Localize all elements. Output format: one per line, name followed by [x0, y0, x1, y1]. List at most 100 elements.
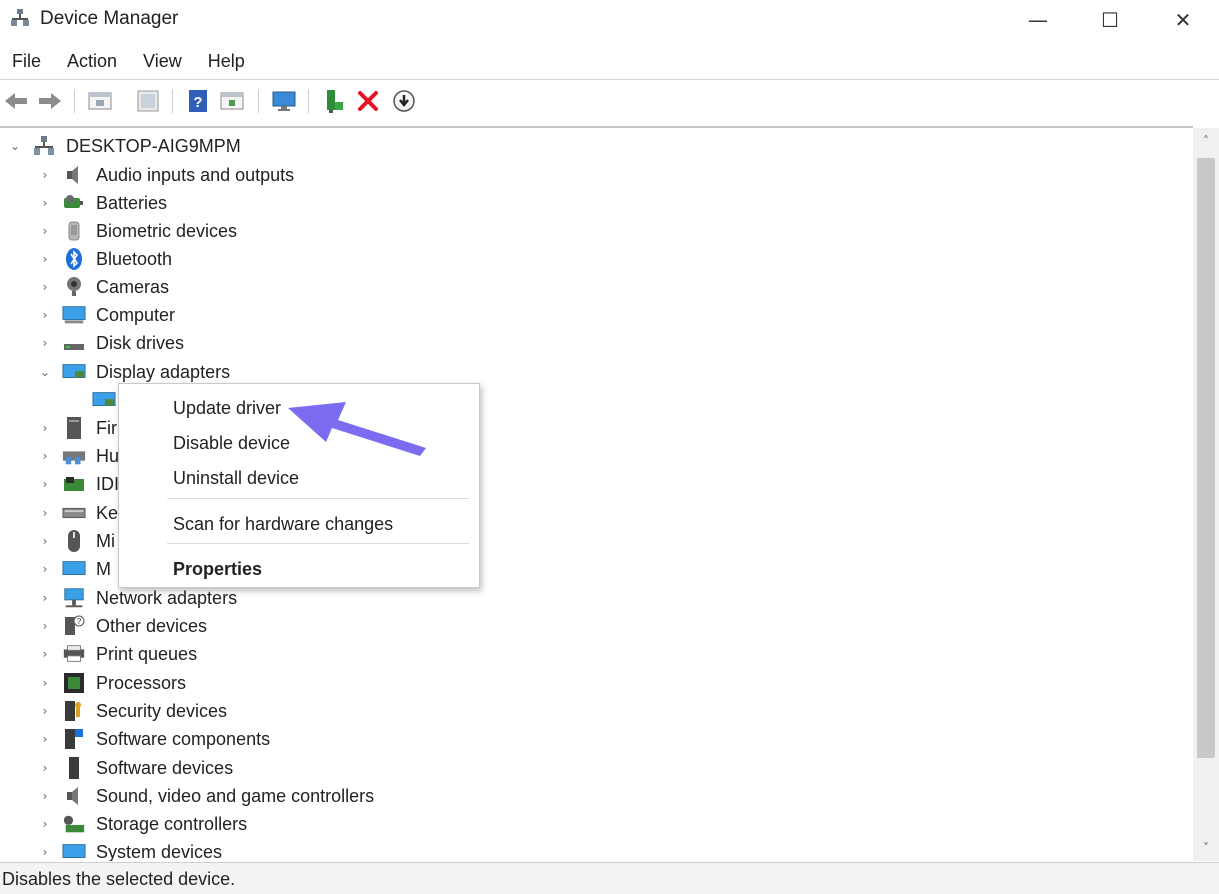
chevron-right-icon[interactable]: ›: [38, 252, 52, 266]
status-text: Disables the selected device.: [2, 869, 236, 889]
maximize-button[interactable]: ☐: [1074, 0, 1146, 40]
chevron-right-icon[interactable]: ›: [38, 168, 52, 182]
chevron-right-icon[interactable]: ›: [38, 845, 52, 859]
tree-item[interactable]: › Sound, video and game controllers: [0, 782, 1190, 810]
tree-item[interactable]: › Storage controllers: [0, 810, 1190, 838]
scroll-up-icon[interactable]: ˄: [1193, 128, 1219, 154]
tree-item[interactable]: › Batteries: [0, 189, 1190, 217]
tree-item-label: Cameras: [96, 276, 170, 297]
tree-item[interactable]: › Biometric devices: [0, 217, 1190, 245]
monitor-icon: [62, 557, 86, 581]
tree-item[interactable]: › Print queues: [0, 640, 1190, 668]
menu-scan-hardware[interactable]: Scan for hardware changes: [173, 514, 393, 535]
show-hide-tree-icon[interactable]: [86, 87, 114, 115]
chevron-right-icon[interactable]: ›: [38, 647, 52, 661]
tree-item-label: Storage controllers: [96, 813, 248, 834]
tree-item[interactable]: › Audio inputs and outputs: [0, 161, 1190, 189]
close-button[interactable]: ✕: [1147, 0, 1219, 40]
tree-item-label: Sound, video and game controllers: [96, 785, 375, 806]
chevron-right-icon[interactable]: ›: [38, 789, 52, 803]
chevron-right-icon[interactable]: ›: [38, 534, 52, 548]
tree-item-label: Print queues: [96, 643, 198, 664]
menu-help[interactable]: Help: [202, 51, 251, 72]
toolbar: ?: [0, 81, 1219, 119]
toolbar-separator: [74, 89, 75, 113]
scroll-down-icon[interactable]: ˅: [1193, 835, 1219, 861]
chevron-down-icon[interactable]: ⌄: [8, 139, 22, 153]
tree-item[interactable]: › Security devices: [0, 697, 1190, 725]
tree-item[interactable]: › System devices: [0, 838, 1190, 862]
chevron-right-icon[interactable]: ›: [38, 421, 52, 435]
menu-file[interactable]: File: [6, 51, 47, 72]
chevron-right-icon[interactable]: ›: [38, 449, 52, 463]
tree-item-label: Other devices: [96, 615, 208, 636]
menu-view[interactable]: View: [137, 51, 188, 72]
tree-item[interactable]: › Bluetooth: [0, 245, 1190, 273]
speaker-icon: [62, 784, 86, 808]
action-pane-icon[interactable]: [218, 87, 246, 115]
chevron-right-icon[interactable]: ›: [38, 506, 52, 520]
system-device-icon: [62, 840, 86, 861]
chevron-right-icon[interactable]: ›: [38, 817, 52, 831]
processor-icon: [62, 671, 86, 695]
chevron-right-icon[interactable]: ›: [38, 224, 52, 238]
chevron-right-icon[interactable]: ›: [38, 761, 52, 775]
chevron-right-icon[interactable]: ›: [38, 732, 52, 746]
bluetooth-icon: [62, 247, 86, 271]
tree-item[interactable]: › Processors: [0, 669, 1190, 697]
scan-hardware-icon[interactable]: [390, 87, 418, 115]
chevron-down-icon[interactable]: ⌄: [38, 365, 52, 379]
back-arrow-icon[interactable]: [2, 87, 30, 115]
chevron-right-icon[interactable]: ›: [38, 562, 52, 576]
chevron-right-icon[interactable]: ›: [38, 676, 52, 690]
chevron-right-icon[interactable]: ›: [38, 280, 52, 294]
tree-item-expanded[interactable]: ⌄ Display adapters: [0, 358, 1190, 386]
menu-action[interactable]: Action: [61, 51, 123, 72]
forward-arrow-icon[interactable]: [36, 87, 64, 115]
menu-properties[interactable]: Properties: [173, 559, 262, 580]
tree-item[interactable]: › Computer: [0, 301, 1190, 329]
tree-item-label: Mi: [96, 530, 115, 551]
menu-uninstall-device[interactable]: Uninstall device: [173, 468, 299, 489]
network-adapter-icon: [62, 586, 86, 610]
menu-divider: [0, 79, 1219, 80]
uninstall-icon[interactable]: [354, 87, 382, 115]
tree-item-label: System devices: [96, 841, 223, 862]
menu-update-driver[interactable]: Update driver: [173, 398, 281, 419]
scroll-thumb[interactable]: [1197, 158, 1215, 758]
help-icon[interactable]: ?: [184, 87, 212, 115]
tree-item-label: Audio inputs and outputs: [96, 164, 295, 185]
display-adapter-icon: [62, 360, 86, 384]
tree-item-label: Biometric devices: [96, 220, 238, 241]
mouse-icon: [62, 529, 86, 553]
monitor-icon[interactable]: [270, 87, 298, 115]
tree-item[interactable]: › ? Other devices: [0, 612, 1190, 640]
tree-item-label: Network adapters: [96, 587, 238, 608]
computer-icon: [62, 303, 86, 327]
tree-item[interactable]: › Network adapters: [0, 584, 1190, 612]
status-bar: Disables the selected device.: [0, 862, 1219, 894]
menu-disable-device[interactable]: Disable device: [173, 433, 290, 454]
chevron-right-icon[interactable]: ›: [38, 704, 52, 718]
chevron-right-icon[interactable]: ›: [38, 308, 52, 322]
toolbar-separator: [258, 89, 259, 113]
chevron-right-icon[interactable]: ›: [38, 477, 52, 491]
vertical-scrollbar[interactable]: ˄ ˅: [1193, 128, 1219, 861]
chevron-right-icon[interactable]: ›: [38, 336, 52, 350]
computer-network-icon: [32, 134, 56, 158]
properties-icon[interactable]: [134, 87, 162, 115]
chevron-right-icon[interactable]: ›: [38, 196, 52, 210]
chevron-right-icon[interactable]: ›: [38, 591, 52, 605]
camera-icon: [62, 275, 86, 299]
tree-item[interactable]: › Software devices: [0, 754, 1190, 782]
tree-item-label: Computer: [96, 304, 176, 325]
tree-root[interactable]: ⌄ DESKTOP-AIG9MPM: [0, 132, 1190, 160]
tree-item[interactable]: › Cameras: [0, 273, 1190, 301]
battery-icon: [62, 191, 86, 215]
minimize-button[interactable]: —: [1002, 0, 1074, 40]
tree-item[interactable]: › Software components: [0, 725, 1190, 753]
tree-item[interactable]: › Disk drives: [0, 329, 1190, 357]
chevron-right-icon[interactable]: ›: [38, 619, 52, 633]
update-driver-icon[interactable]: [320, 87, 348, 115]
tree-root-label: DESKTOP-AIG9MPM: [66, 135, 241, 156]
